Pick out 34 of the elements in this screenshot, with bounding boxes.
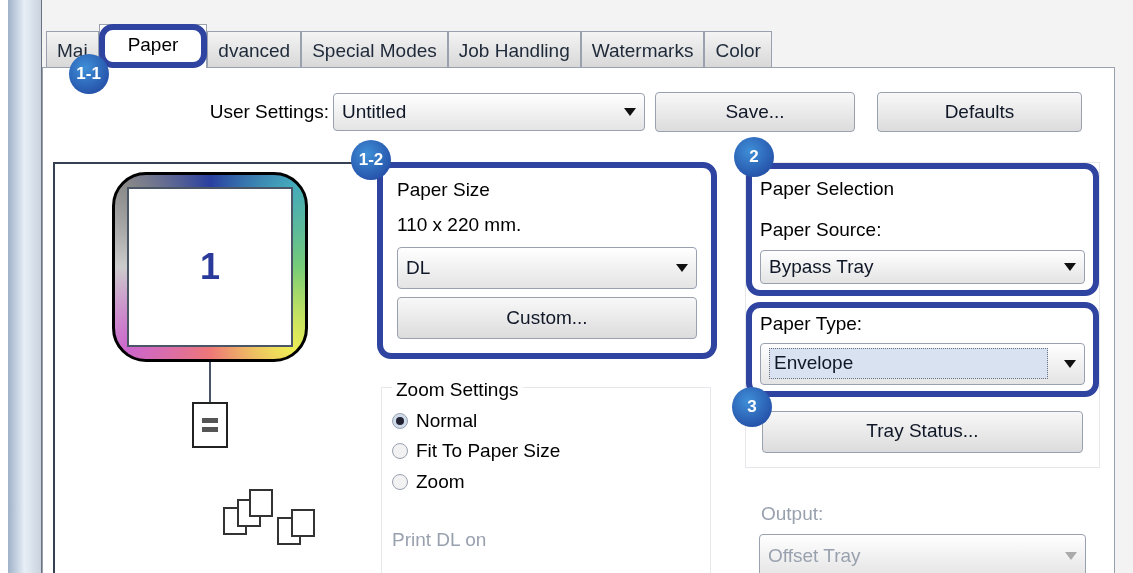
dropdown[interactable]: Bypass Tray bbox=[760, 250, 1085, 284]
caret-icon bbox=[1065, 552, 1077, 560]
page-number: 1 bbox=[200, 245, 220, 289]
step-badge: 1-2 bbox=[351, 140, 391, 180]
group-title: Paper Selection bbox=[760, 177, 896, 201]
step-badge: 2 bbox=[734, 137, 774, 177]
radio-option[interactable]: Normal bbox=[392, 406, 700, 435]
paper-source-label: Paper Source: bbox=[760, 217, 883, 242]
dropdown[interactable]: Untitled bbox=[333, 93, 645, 131]
tab[interactable]: Watermarks bbox=[580, 31, 705, 67]
paper-dimensions: 110 x 220 mm. bbox=[397, 212, 523, 237]
caret-icon bbox=[1064, 263, 1076, 271]
group-title: Paper Size bbox=[397, 178, 491, 202]
push-button[interactable]: Defaults bbox=[877, 92, 1082, 132]
user-settings-label: User Settings: bbox=[208, 99, 330, 124]
tab[interactable]: Special Modes bbox=[301, 31, 448, 67]
caret-icon bbox=[676, 264, 688, 272]
tab[interactable]: Job Handling bbox=[447, 31, 581, 67]
step-badge: 3 bbox=[732, 386, 772, 427]
output-label: Output: bbox=[761, 501, 825, 526]
tab[interactable]: Color bbox=[704, 31, 772, 67]
push-button[interactable]: Tray Status... bbox=[762, 410, 1083, 453]
dropdown[interactable]: Envelope bbox=[760, 342, 1085, 385]
caret-icon bbox=[624, 108, 636, 116]
dropdown[interactable]: DL bbox=[397, 247, 697, 289]
caret-icon bbox=[1064, 359, 1076, 368]
push-button[interactable]: Save... bbox=[655, 92, 855, 132]
document-icon bbox=[192, 402, 228, 448]
tab[interactable]: dvanced bbox=[207, 31, 302, 67]
push-button[interactable]: Custom... bbox=[397, 297, 697, 339]
radio-option[interactable]: Fit To Paper Size bbox=[392, 437, 700, 466]
paper-type-label: Paper Type: bbox=[760, 312, 864, 336]
radio-option[interactable]: Zoom bbox=[392, 467, 700, 496]
print-on-label: Print DL on bbox=[392, 528, 488, 552]
